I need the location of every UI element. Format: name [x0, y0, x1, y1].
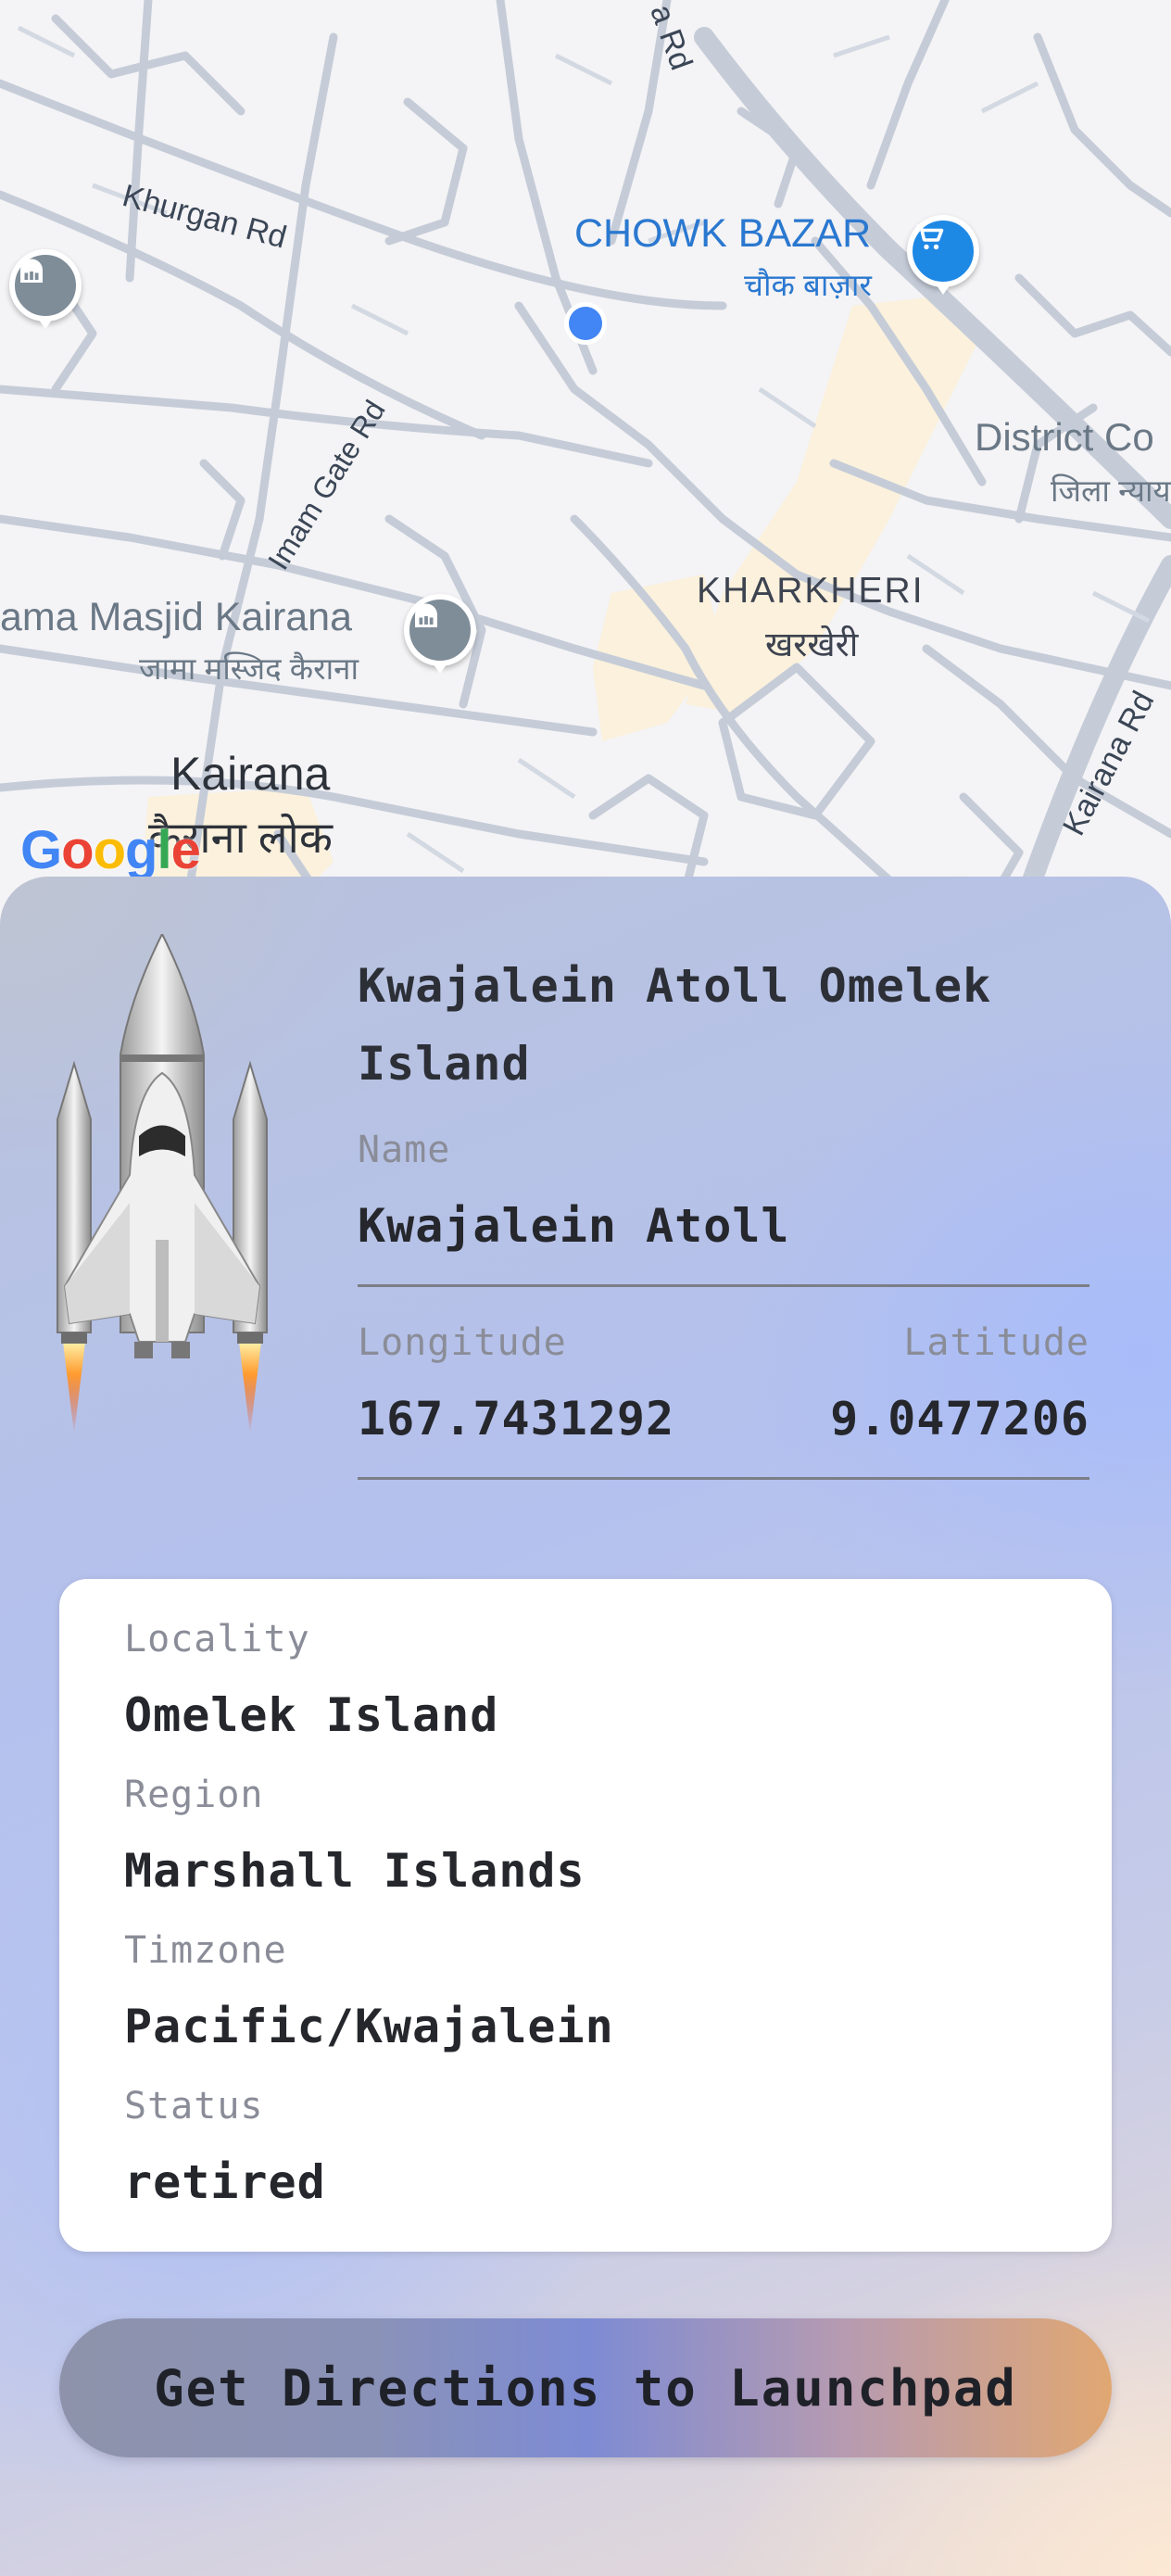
poi-label-chowk-bazar-hindi: चौक बाज़ार	[744, 268, 872, 302]
status-label: Status	[124, 2085, 264, 2128]
details-card: Locality Omelek Island Region Marshall I…	[59, 1579, 1112, 2252]
landmark-poi-pin-masjid[interactable]	[404, 594, 476, 674]
area-label-kairana: Kairana	[170, 748, 331, 800]
space-shuttle-icon	[57, 934, 268, 1434]
latitude-value: 9.0477206	[830, 1392, 1089, 1446]
shopping-poi-pin[interactable]	[907, 215, 979, 295]
region-value: Marshall Islands	[124, 1844, 586, 1898]
cart-icon	[916, 224, 944, 250]
google-logo: Google	[20, 820, 201, 880]
location-dot-icon	[569, 307, 602, 340]
launchpad-sheet: Kwajalein Atoll Omelek Island Name Kwaja…	[0, 877, 1171, 2576]
locality-label: Locality	[124, 1618, 310, 1661]
area-label-kharkheri: KHARKHERI	[697, 571, 925, 611]
landmark-icon	[20, 259, 43, 283]
get-directions-button[interactable]: Get Directions to Launchpad	[59, 2318, 1112, 2457]
map-view[interactable]: Khurgan Rd Imam Gate Rd Kairana Rd a Rd …	[0, 0, 1171, 917]
landmark-icon	[415, 603, 437, 627]
poi-label-masjid[interactable]: ama Masjid Kairana	[0, 595, 352, 640]
area-label-district-hindi: जिला न्याय	[1051, 474, 1171, 508]
timezone-value: Pacific/Kwajalein	[124, 2000, 614, 2053]
landmark-poi-pin-left[interactable]	[9, 249, 82, 329]
poi-label-chowk-bazar[interactable]: CHOWK BAZAR	[574, 211, 871, 257]
name-label: Name	[358, 1129, 451, 1171]
area-label-kharkheri-hindi: खरखेरी	[765, 625, 859, 663]
coordinates-divider	[358, 1477, 1089, 1480]
region-label: Region	[124, 1774, 264, 1816]
status-value: retired	[124, 2155, 326, 2209]
name-divider	[358, 1284, 1089, 1287]
longitude-value: 167.7431292	[358, 1392, 675, 1446]
latitude-label: Latitude	[903, 1321, 1089, 1364]
area-label-district: District Co	[975, 415, 1154, 459]
name-value: Kwajalein Atoll	[358, 1199, 790, 1253]
longitude-label: Longitude	[358, 1321, 567, 1364]
launchpad-title: Kwajalein Atoll Omelek Island	[358, 959, 992, 1091]
locality-value: Omelek Island	[124, 1688, 499, 1742]
poi-label-masjid-hindi: जामा मस्जिद कैराना	[139, 651, 359, 686]
timezone-label: Timzone	[124, 1929, 287, 1972]
